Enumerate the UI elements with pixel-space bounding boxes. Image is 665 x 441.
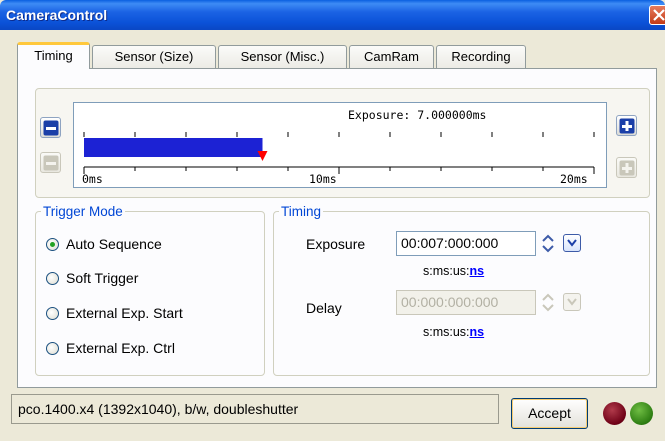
delay-label: Delay (306, 300, 342, 316)
radio-label: Auto Sequence (66, 236, 162, 252)
tab-sensor-size[interactable]: Sensor (Size) (92, 45, 216, 68)
green-status-led (630, 402, 653, 425)
radio-unchecked-icon[interactable] (46, 271, 59, 285)
chevron-down-icon (567, 298, 577, 306)
close-icon (653, 9, 665, 21)
tab-camram[interactable]: CamRam (349, 45, 434, 68)
exposure-input[interactable]: 00:007:000:000 (396, 231, 536, 256)
increase-step-button (616, 157, 637, 178)
delay-input: 00:000:000:000 (396, 290, 536, 315)
units-highlight[interactable]: ns (470, 264, 485, 278)
tick-label-20: 20ms (560, 172, 588, 186)
delay-units: s:ms:us:ns (423, 325, 484, 339)
radio-label: External Exp. Ctrl (66, 340, 175, 356)
radio-auto-sequence[interactable]: Auto Sequence (46, 234, 162, 254)
exposure-spin-icon[interactable] (538, 231, 558, 256)
timing-legend: Timing (281, 204, 322, 219)
decrease-step-button (40, 152, 61, 173)
accept-button[interactable]: Accept (511, 398, 588, 429)
window-title: CameraControl (6, 7, 108, 23)
radio-checked-icon[interactable] (46, 237, 59, 251)
scale-ticks-bottom (83, 167, 595, 174)
camera-control-window: CameraControl Timing Sensor (Size) Senso… (0, 0, 665, 441)
plus-icon (619, 118, 635, 134)
radio-soft-trigger[interactable]: Soft Trigger (46, 268, 138, 288)
exposure-readout: Exposure: 7.000000ms (348, 108, 487, 122)
radio-unchecked-icon[interactable] (46, 306, 59, 320)
plus-disabled-icon (619, 160, 635, 176)
tick-label-0: 0ms (82, 172, 103, 186)
radio-unchecked-icon[interactable] (46, 341, 59, 355)
decrease-button[interactable] (40, 117, 61, 138)
tab-timing[interactable]: Timing (17, 42, 90, 69)
delay-spin-icon (542, 293, 554, 312)
units-prefix: s:ms:us: (423, 264, 470, 278)
exposure-bar (84, 138, 263, 157)
radio-label: Soft Trigger (66, 270, 139, 286)
exposure-label: Exposure (306, 236, 366, 252)
close-button[interactable] (649, 5, 665, 25)
title-bar: CameraControl (0, 0, 665, 30)
tab-sensor-misc[interactable]: Sensor (Misc.) (218, 45, 347, 68)
exposure-unit-dropdown[interactable] (563, 234, 581, 252)
status-bar: pco.1400.x4 (1392x1040), b/w, doubleshut… (11, 394, 499, 424)
scale-drawing (83, 132, 595, 174)
radio-external-exp-ctrl[interactable]: External Exp. Ctrl (46, 338, 175, 358)
chevron-down-icon (567, 239, 577, 247)
tab-recording[interactable]: Recording (436, 45, 526, 68)
minus-disabled-icon (43, 155, 59, 171)
minus-icon (43, 120, 59, 136)
radio-label: External Exp. Start (66, 305, 183, 321)
red-status-led (603, 402, 626, 425)
delay-unit-dropdown (563, 293, 581, 311)
increase-button[interactable] (616, 115, 637, 136)
exposure-time-scale[interactable] (73, 102, 607, 188)
tick-label-10: 10ms (309, 172, 337, 186)
radio-external-exp-start[interactable]: External Exp. Start (46, 303, 183, 323)
trigger-mode-legend: Trigger Mode (43, 204, 123, 219)
units-prefix: s:ms:us: (423, 325, 470, 339)
exposure-units: s:ms:us:ns (423, 264, 484, 278)
units-highlight[interactable]: ns (470, 325, 485, 339)
scale-ticks-top (83, 132, 595, 137)
